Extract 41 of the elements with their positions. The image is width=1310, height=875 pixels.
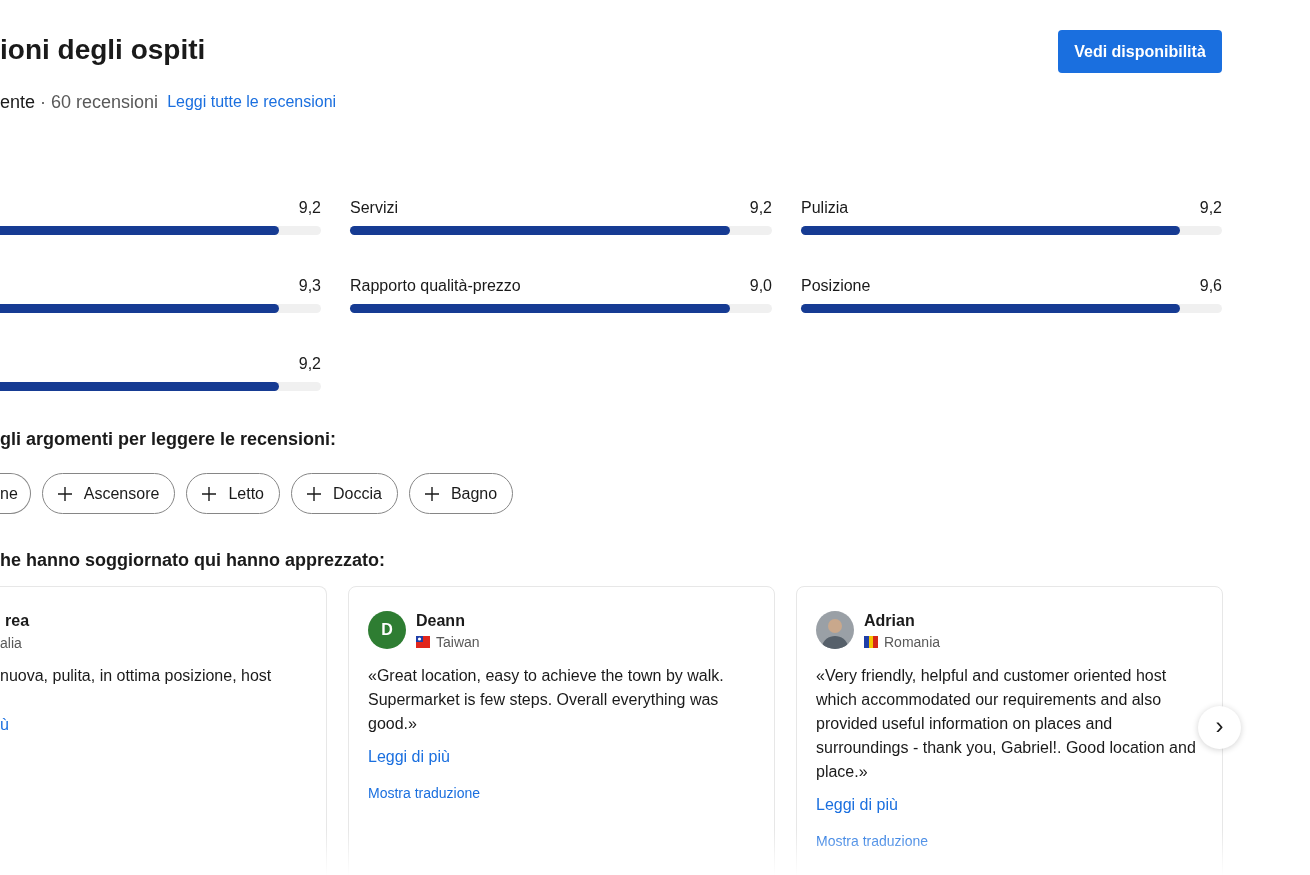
review-count: · 60 recensioni — [40, 90, 159, 114]
show-translation-link[interactable]: Mostra traduzione — [816, 831, 929, 852]
score-label: Servizi — [350, 198, 398, 218]
score-value: 9,0 — [749, 276, 772, 296]
avatar-icon — [816, 611, 854, 649]
read-more-link[interactable]: Leggi di più — [368, 745, 450, 769]
review-text: nuova, pulita, in ottima posizione, host — [0, 666, 273, 686]
show-translation-link[interactable]: Mostra traduzione — [368, 783, 481, 804]
section-heading: he hanno soggiornato qui hanno apprezzato: — [0, 549, 386, 571]
reviewer-name: Adrian — [864, 611, 915, 629]
score-label: Pulizia — [801, 198, 849, 218]
score-value: 9,6 — [1199, 276, 1222, 296]
score-value: 9,2 — [298, 354, 321, 374]
score-value: 9,2 — [298, 198, 321, 218]
availability-button[interactable]: Vedi disponibilità — [1058, 30, 1222, 73]
reviewer-name: rea — [4, 611, 31, 629]
section-title: ioni degli ospiti — [0, 33, 206, 67]
reviewer-country: alia — [0, 634, 23, 651]
flag-icon — [416, 636, 430, 648]
score-label: Posizione — [801, 276, 871, 296]
plus-icon — [424, 486, 439, 501]
review-text: «Very friendly, helpful and customer oriented host which accommodated our requirements and also provided useful information on places and surroundings - thank you, Gabriel!. Good location and place.» — [816, 666, 1197, 782]
reviewer-country: Romania — [884, 632, 941, 652]
score-value: 9,2 — [1199, 198, 1222, 218]
plus-icon — [202, 486, 217, 501]
avatar: D — [368, 611, 406, 649]
section-heading: gli argomenti per leggere le recensioni: — [0, 428, 338, 450]
rating-word: ente — [0, 90, 36, 114]
read-more-link[interactable]: Leggi di più — [816, 793, 898, 817]
score-value: 9,3 — [298, 276, 321, 296]
reviewer-name: Deann — [416, 611, 465, 629]
review-text: «Great location, easy to achieve the town by walk. Supermarket is few steps. Overall everything was good.» — [368, 666, 725, 734]
read-more-link[interactable]: ù — [0, 713, 9, 737]
plus-icon — [307, 486, 321, 501]
plus-icon — [57, 486, 72, 501]
reviewer-country: Taiwan — [436, 632, 480, 652]
score-label: Rapporto qualità-prezzo — [350, 276, 521, 296]
score-value: 9,2 — [749, 198, 772, 218]
all-reviews-link[interactable]: Leggi tutte le recensioni — [167, 90, 337, 114]
next-button[interactable]: › — [1198, 706, 1241, 749]
flag-icon — [864, 636, 878, 648]
